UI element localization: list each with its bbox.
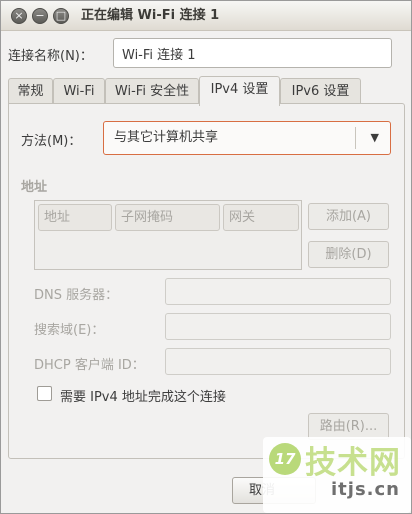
minimize-button[interactable]: − <box>32 8 48 24</box>
search-domains-input[interactable] <box>165 313 391 340</box>
maximize-button[interactable]: □ <box>53 8 69 24</box>
dropdown-arrow-icon: ▼ <box>370 131 379 144</box>
minimize-icon: − <box>35 9 45 22</box>
window-title: 正在编辑 Wi-Fi 连接 1 <box>81 8 220 23</box>
tab-wifi-security[interactable]: Wi-Fi 安全性 <box>105 78 199 105</box>
column-netmask: 子网掩码 <box>115 204 220 231</box>
watermark-text: 技术网 <box>305 445 401 481</box>
tab-ipv6-settings[interactable]: IPv6 设置 <box>280 78 361 105</box>
tab-general[interactable]: 常规 <box>8 78 53 105</box>
watermark-logo: 17 <box>269 443 301 475</box>
dns-servers-input[interactable] <box>165 278 391 305</box>
method-label: 方法(M)： <box>21 134 82 149</box>
require-ipv4-label[interactable]: 需要 IPv4 地址完成这个连接 <box>60 386 226 405</box>
combo-separator <box>355 127 356 149</box>
tab-wifi[interactable]: Wi-Fi <box>53 78 105 105</box>
dhcp-client-id-label: DHCP 客户端 ID： <box>34 358 145 373</box>
column-gateway: 网关 <box>223 204 299 231</box>
maximize-icon: □ <box>55 9 67 22</box>
close-button[interactable]: × <box>11 8 27 24</box>
dns-servers-label: DNS 服务器： <box>34 288 119 303</box>
column-address: 地址 <box>38 204 112 231</box>
title-bar: × − □ 正在编辑 Wi-Fi 连接 1 <box>1 1 411 31</box>
delete-address-button[interactable]: 删除(D) <box>308 241 389 268</box>
add-address-button[interactable]: 添加(A) <box>308 203 389 230</box>
connection-name-input[interactable] <box>113 38 392 68</box>
dhcp-client-id-input[interactable] <box>165 348 391 375</box>
connection-name-label: 连接名称(N)： <box>8 49 93 64</box>
require-ipv4-checkbox[interactable] <box>37 386 52 401</box>
close-icon: × <box>14 9 24 22</box>
watermark-domain: itjs.cn <box>331 479 400 500</box>
tab-ipv4-settings[interactable]: IPv4 设置 <box>199 76 280 106</box>
address-table: 地址 子网掩码 网关 <box>34 200 302 270</box>
address-section-heading: 地址 <box>21 180 48 195</box>
search-domains-label: 搜索域(E)： <box>34 323 105 338</box>
watermark: 17 技术网 itjs.cn <box>263 437 411 513</box>
routes-button[interactable]: 路由(R)... <box>308 413 389 440</box>
method-value: 与其它计算机共享 <box>114 130 219 145</box>
method-combobox[interactable]: 与其它计算机共享 ▼ <box>103 121 391 155</box>
dialog-window: × − □ 正在编辑 Wi-Fi 连接 1 连接名称(N)： 常规 Wi-Fi … <box>0 0 412 514</box>
